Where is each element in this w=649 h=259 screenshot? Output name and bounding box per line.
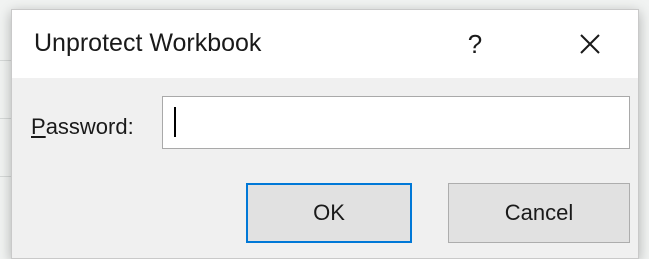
help-button[interactable]: ? <box>448 22 502 66</box>
dialog-title: Unprotect Workbook <box>34 29 262 57</box>
help-icon: ? <box>467 28 483 59</box>
close-icon <box>580 34 600 54</box>
cancel-button-label: Cancel <box>504 200 574 225</box>
password-label-accesskey: P <box>31 114 46 139</box>
cancel-button[interactable]: Cancel <box>448 183 630 243</box>
unprotect-workbook-dialog: Unprotect Workbook ? Password: OK Cancel <box>11 9 639 259</box>
text-caret <box>174 107 176 137</box>
ok-button[interactable]: OK <box>246 183 412 243</box>
dialog-titlebar: Unprotect Workbook ? <box>12 10 638 78</box>
ok-button-label: OK <box>313 200 345 225</box>
password-input[interactable] <box>162 96 630 149</box>
password-label-text: assword: <box>45 114 134 139</box>
password-label: Password: <box>31 114 134 140</box>
close-button[interactable] <box>559 22 621 66</box>
